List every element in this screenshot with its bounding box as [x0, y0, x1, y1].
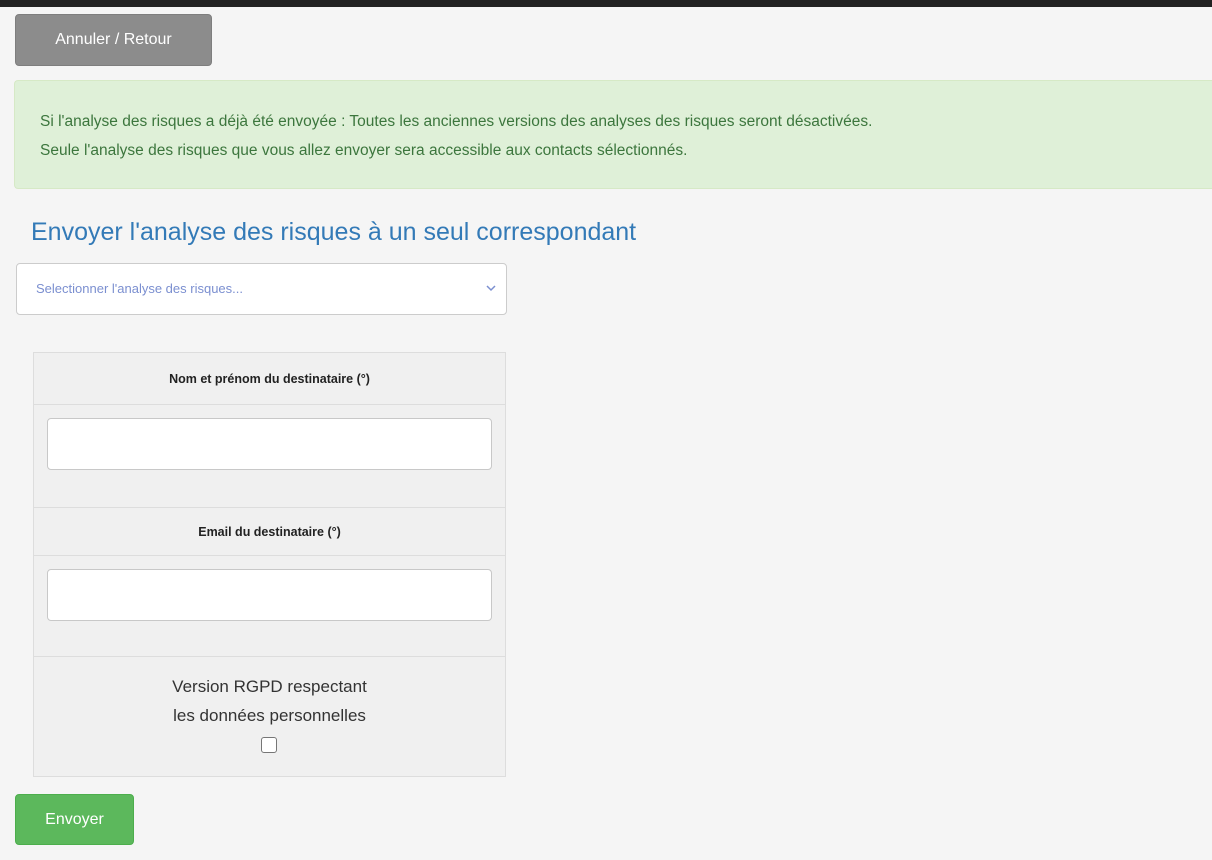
email-input-row: [34, 556, 505, 657]
select-placeholder: Selectionner l'analyse des risques...: [36, 281, 243, 296]
rgpd-label-line-2: les données personnelles: [173, 706, 366, 725]
recipient-form-table: Nom et prénom du destinataire (°) Email …: [33, 352, 506, 777]
top-border: [0, 0, 1212, 7]
risk-analysis-select[interactable]: Selectionner l'analyse des risques...: [16, 263, 507, 315]
email-header: Email du destinataire (°): [198, 525, 341, 539]
send-button[interactable]: Envoyer: [15, 794, 134, 845]
recipient-email-input[interactable]: [47, 569, 492, 621]
alert-line-2: Seule l'analyse des risques que vous all…: [40, 142, 688, 159]
alert-line-1: Si l'analyse des risques a déjà été envo…: [40, 113, 873, 130]
email-header-row: Email du destinataire (°): [34, 508, 505, 556]
recipient-name-input[interactable]: [47, 418, 492, 470]
chevron-down-icon: [486, 285, 496, 292]
section-title: Envoyer l'analyse des risques à un seul …: [31, 218, 637, 246]
name-header-row: Nom et prénom du destinataire (°): [34, 353, 505, 405]
rgpd-row: Version RGPD respectant les données pers…: [34, 657, 505, 777]
cancel-back-button[interactable]: Annuler / Retour: [15, 14, 212, 66]
name-header: Nom et prénom du destinataire (°): [169, 372, 370, 386]
rgpd-label-line-1: Version RGPD respectant: [172, 677, 367, 696]
rgpd-checkbox[interactable]: [261, 737, 277, 753]
info-alert: Si l'analyse des risques a déjà été envo…: [14, 80, 1212, 189]
name-input-row: [34, 405, 505, 508]
